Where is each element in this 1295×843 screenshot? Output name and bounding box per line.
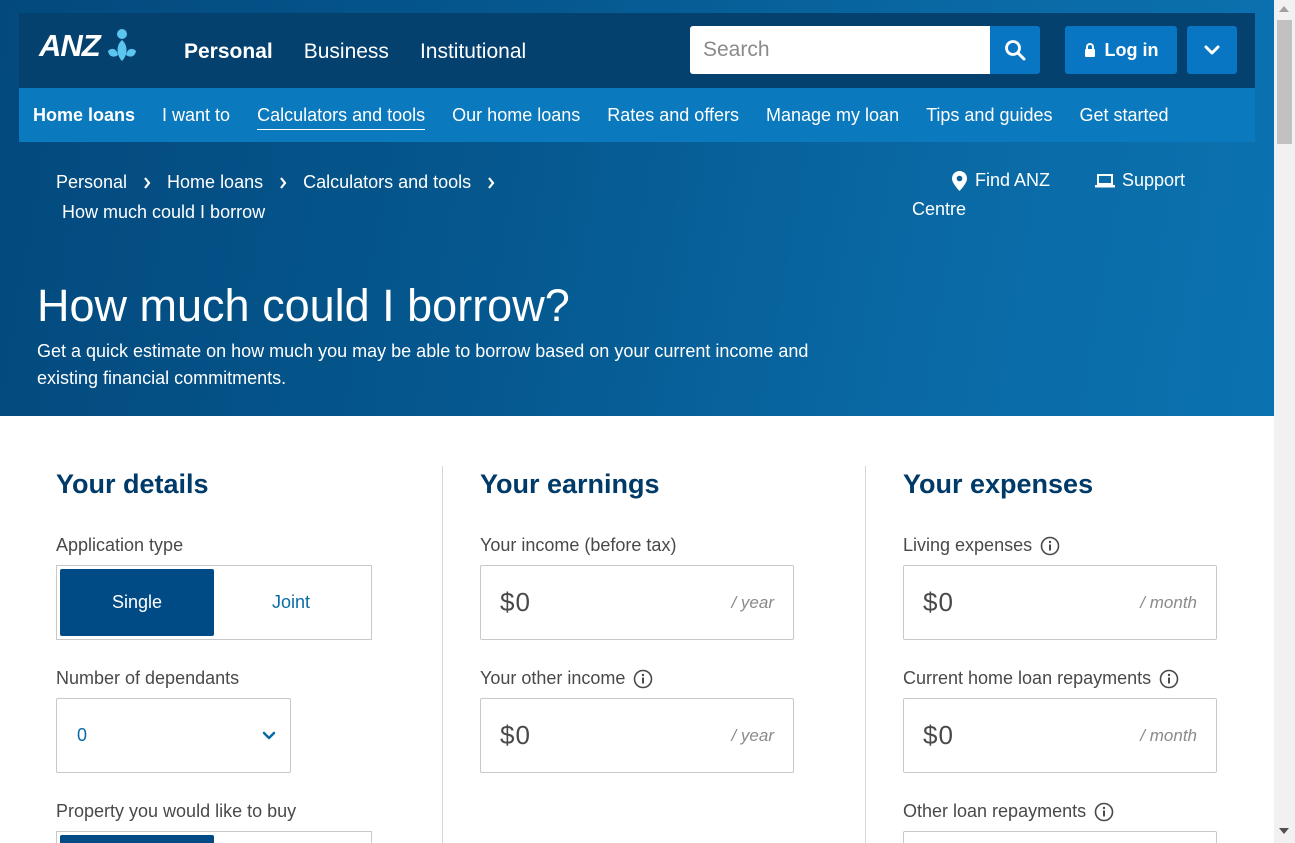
subnav-tips-and-guides[interactable]: Tips and guides bbox=[926, 105, 1052, 126]
earnings-heading: Your earnings bbox=[480, 469, 660, 499]
other-income-label-text: Your other income bbox=[480, 668, 626, 688]
details-section: Your details bbox=[56, 466, 396, 500]
scroll-thumb[interactable] bbox=[1277, 20, 1292, 144]
income-value: $0 bbox=[500, 587, 531, 617]
dependants-label: Number of dependants bbox=[56, 668, 239, 689]
property-option[interactable] bbox=[214, 835, 368, 843]
application-type-toggle: Single Joint bbox=[56, 565, 372, 640]
info-icon[interactable] bbox=[1040, 536, 1060, 556]
search-icon bbox=[1005, 40, 1026, 61]
other-loan-repayments-field[interactable] bbox=[903, 831, 1217, 843]
home-loan-repayments-field[interactable]: $0 / month bbox=[903, 698, 1217, 773]
page-subtitle: Get a quick estimate on how much you may… bbox=[37, 341, 809, 388]
other-loan-repayments-label-text: Other loan repayments bbox=[903, 801, 1087, 821]
scroll-up-arrow[interactable] bbox=[1279, 6, 1289, 12]
lock-icon bbox=[1084, 43, 1095, 57]
subnav-our-home-loans[interactable]: Our home loans bbox=[452, 105, 580, 126]
property-label-text: Property you would like to buy bbox=[56, 801, 297, 821]
nav-business[interactable]: Business bbox=[304, 40, 389, 64]
dependants-select[interactable]: 0 bbox=[56, 698, 291, 773]
subnav-manage-my-loan[interactable]: Manage my loan bbox=[766, 105, 899, 126]
subnav-rates-and-offers[interactable]: Rates and offers bbox=[607, 105, 739, 126]
find-anz-link[interactable]: Find ANZ bbox=[952, 170, 1050, 191]
home-loan-repayments-unit: / month bbox=[1140, 725, 1197, 745]
info-icon[interactable] bbox=[1159, 669, 1179, 689]
other-income-label: Your other income bbox=[480, 668, 653, 689]
single-option[interactable]: Single bbox=[60, 569, 214, 636]
living-expenses-unit: / month bbox=[1140, 592, 1197, 612]
property-option-selected[interactable] bbox=[60, 835, 214, 843]
search-bar: Search bbox=[690, 26, 1040, 74]
find-anz-label: Find ANZ bbox=[975, 170, 1051, 190]
anz-people-icon bbox=[107, 29, 136, 61]
subnav-get-started[interactable]: Get started bbox=[1080, 105, 1169, 126]
joint-option[interactable]: Joint bbox=[214, 569, 368, 636]
chevron-right-icon bbox=[143, 176, 151, 189]
column-divider bbox=[865, 466, 866, 843]
page-scrollbar[interactable] bbox=[1274, 0, 1295, 843]
income-label: Your income (before tax) bbox=[480, 535, 676, 556]
subnav-i-want-to[interactable]: I want to bbox=[162, 105, 230, 126]
hero-banner: ANZ Personal Business Institutional Sear… bbox=[0, 0, 1274, 416]
location-pin-icon bbox=[952, 170, 967, 191]
income-label-text: Your income (before tax) bbox=[480, 535, 677, 555]
home-loan-repayments-label: Current home loan repayments bbox=[903, 668, 1179, 689]
other-loan-repayments-label: Other loan repayments bbox=[903, 801, 1114, 822]
chevron-right-icon bbox=[279, 176, 287, 189]
application-type-label-text: Application type bbox=[56, 535, 184, 555]
nav-personal[interactable]: Personal bbox=[184, 40, 273, 64]
earnings-section: Your earnings bbox=[480, 466, 820, 500]
living-expenses-label-text: Living expenses bbox=[903, 535, 1033, 555]
living-expenses-field[interactable]: $0 / month bbox=[903, 565, 1217, 640]
property-label: Property you would like to buy bbox=[56, 801, 296, 822]
logo-text: ANZ bbox=[39, 28, 101, 63]
home-loan-repayments-value: $0 bbox=[923, 720, 954, 750]
search-input[interactable]: Search bbox=[690, 26, 990, 74]
scroll-down-arrow[interactable] bbox=[1279, 828, 1289, 834]
page-title: How much could I borrow? bbox=[37, 280, 570, 331]
login-button[interactable]: Log in bbox=[1065, 26, 1177, 74]
expenses-section: Your expenses bbox=[903, 466, 1243, 500]
home-loans-subnav: Home loans I want to Calculators and too… bbox=[19, 88, 1255, 142]
breadcrumb-home-loans[interactable]: Home loans bbox=[167, 172, 263, 193]
dependants-label-text: Number of dependants bbox=[56, 668, 240, 688]
anz-logo[interactable]: ANZ bbox=[39, 27, 140, 65]
top-header: ANZ Personal Business Institutional Sear… bbox=[19, 13, 1255, 88]
info-icon[interactable] bbox=[633, 669, 653, 689]
property-type-toggle bbox=[56, 831, 372, 843]
income-field[interactable]: $0 / year bbox=[480, 565, 794, 640]
other-income-value: $0 bbox=[500, 720, 531, 750]
chevron-right-icon bbox=[487, 176, 495, 189]
application-type-label: Application type bbox=[56, 535, 183, 556]
support-link[interactable]: Support bbox=[1095, 170, 1185, 191]
support-label: Support bbox=[1122, 170, 1186, 190]
breadcrumb-current: How much could I borrow bbox=[62, 202, 266, 222]
home-loan-repayments-label-text: Current home loan repayments bbox=[903, 668, 1152, 688]
laptop-icon bbox=[1095, 173, 1115, 187]
breadcrumb: Personal Home loans Calculators and tool… bbox=[56, 172, 576, 223]
living-expenses-value: $0 bbox=[923, 587, 954, 617]
breadcrumb-calculators-and-tools[interactable]: Calculators and tools bbox=[303, 172, 471, 193]
living-expenses-label: Living expenses bbox=[903, 535, 1060, 556]
info-icon[interactable] bbox=[1094, 802, 1114, 822]
dependants-value: 0 bbox=[77, 725, 88, 745]
find-anz-label-cont[interactable]: Centre bbox=[912, 199, 966, 220]
search-button[interactable] bbox=[990, 26, 1040, 74]
menu-toggle-button[interactable] bbox=[1187, 26, 1237, 74]
income-unit: / year bbox=[731, 592, 774, 612]
subnav-calculators-and-tools[interactable]: Calculators and tools bbox=[257, 105, 426, 130]
top-nav: Personal Business Institutional bbox=[184, 40, 526, 64]
expenses-heading: Your expenses bbox=[903, 469, 1094, 499]
login-label: Log in bbox=[1104, 39, 1159, 60]
column-divider bbox=[442, 466, 443, 843]
subnav-home-loans[interactable]: Home loans bbox=[33, 105, 135, 126]
breadcrumb-personal[interactable]: Personal bbox=[56, 172, 127, 193]
nav-institutional[interactable]: Institutional bbox=[420, 40, 526, 64]
other-income-field[interactable]: $0 / year bbox=[480, 698, 794, 773]
chevron-down-icon bbox=[1204, 45, 1220, 55]
details-heading: Your details bbox=[56, 469, 209, 499]
chevron-down-icon bbox=[262, 731, 276, 740]
other-income-unit: / year bbox=[731, 725, 774, 745]
